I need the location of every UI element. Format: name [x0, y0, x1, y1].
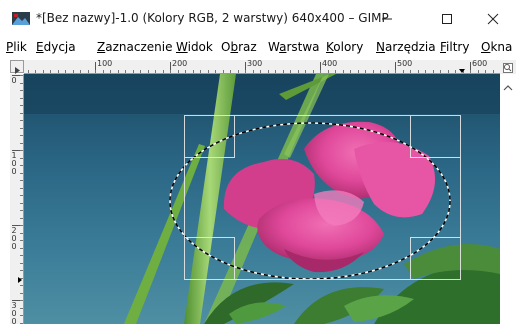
ruler-label: 100 [97, 60, 113, 68]
ruler-label: 300 [247, 60, 263, 68]
ruler-label-group: 2 0 0 [10, 227, 18, 251]
maximize-button[interactable] [424, 0, 470, 38]
menu-warstwa[interactable]: Warstwa [268, 40, 320, 54]
scroll-up-arrow-icon [503, 85, 513, 91]
gimp-image-icon [12, 12, 30, 25]
ruler-label: 0 [11, 167, 17, 176]
minimize-icon [382, 18, 392, 20]
ruler-label-group: 0 [10, 77, 18, 85]
vertical-scrollbar[interactable] [500, 74, 516, 324]
ruler-label: 0 [11, 317, 17, 325]
ruler-label: 600 [472, 60, 488, 68]
menu-widok[interactable]: Widok [176, 40, 213, 54]
vertical-ruler[interactable]: 0 1 0 0 2 0 0 3 0 0 [10, 74, 24, 324]
menu-edycja[interactable]: Edycja [36, 40, 76, 54]
menu-plik[interactable]: Plik [6, 40, 27, 54]
menu-kolory[interactable]: Kolory [326, 40, 363, 54]
menu-bar: Plik Edycja Zaznaczenie Widok Obraz Wars… [0, 38, 516, 58]
close-button[interactable] [470, 0, 516, 38]
title-bar: *[Bez nazwy]-1.0 (Kolory RGB, 2 warstwy)… [0, 0, 516, 38]
left-strip [0, 58, 10, 324]
zoom-button[interactable] [500, 60, 516, 74]
image-menu-button[interactable] [10, 60, 24, 74]
canvas-image [24, 74, 500, 324]
ruler-label: 0 [11, 76, 17, 85]
close-icon [487, 13, 499, 25]
ruler-label-group: 3 0 0 [10, 302, 18, 325]
zoom-icon [503, 63, 513, 73]
minimize-button[interactable] [364, 0, 410, 38]
vertical-ruler-ticks [12, 75, 23, 324]
maximize-icon [442, 14, 452, 24]
menu-obraz[interactable]: Obraz [221, 40, 257, 54]
ruler-label: 400 [322, 60, 338, 68]
window-title: *[Bez nazwy]-1.0 (Kolory RGB, 2 warstwy)… [36, 11, 389, 25]
menu-narzedzia[interactable]: Narzędzia [376, 40, 436, 54]
horizontal-ruler[interactable]: 100 200 300 400 500 600 [24, 60, 500, 74]
image-canvas[interactable] [24, 74, 500, 324]
menu-zaznaczenie[interactable]: Zaznaczenie [97, 40, 172, 54]
ruler-label: 0 [11, 242, 17, 251]
menu-filtry[interactable]: Filtry [440, 40, 469, 54]
menu-okna[interactable]: Okna [481, 40, 512, 54]
ruler-label: 500 [397, 60, 413, 68]
ruler-label-group: 1 0 0 [10, 152, 18, 176]
ruler-label: 200 [172, 60, 188, 68]
